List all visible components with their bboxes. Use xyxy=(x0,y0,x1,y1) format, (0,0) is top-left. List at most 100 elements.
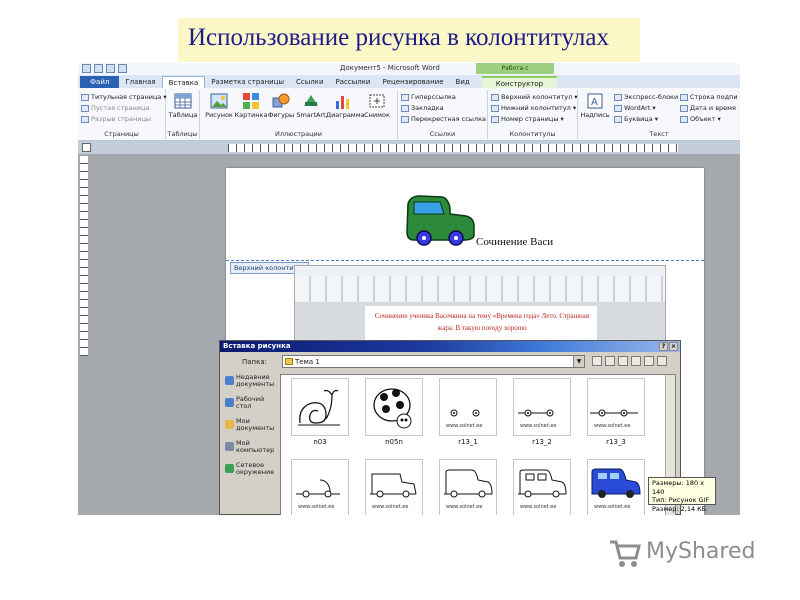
table-label: Таблица xyxy=(168,111,198,119)
file-thumb-row2-5[interactable]: www.solnet.ee xyxy=(587,459,645,515)
up-folder-icon[interactable] xyxy=(605,356,615,366)
hyperlink-button[interactable]: Гиперссылка xyxy=(401,93,456,101)
tab-mailings[interactable]: Рассылки xyxy=(330,76,377,88)
group-illustrations: Рисунок Картинка Фигуры SmartArt Диаграм… xyxy=(200,90,398,139)
chevron-down-icon[interactable]: ▼ xyxy=(573,356,584,367)
tab-references[interactable]: Ссылки xyxy=(290,76,330,88)
page-break-button[interactable]: Разрыв страницы xyxy=(81,115,151,123)
cross-reference-button[interactable]: Перекрестная ссылка xyxy=(401,115,486,123)
site-label: www.solnet.ee xyxy=(446,423,482,429)
tab-view[interactable]: Вид xyxy=(450,76,476,88)
clipart-icon xyxy=(243,93,259,109)
places-bar: Недавние документы Рабочий стол Мои доку… xyxy=(224,374,276,514)
hyperlink-icon xyxy=(401,93,409,101)
tab-insert[interactable]: Вставка xyxy=(161,76,206,88)
file-thumb-r13-2[interactable]: www.solnet.ee xyxy=(513,378,571,436)
tab-home[interactable]: Главная xyxy=(119,76,161,88)
cross-reference-icon xyxy=(401,115,409,123)
file-thumb-r13-1[interactable]: www.solnet.ee xyxy=(439,378,497,436)
new-folder-icon[interactable] xyxy=(644,356,654,366)
horizontal-ruler[interactable] xyxy=(228,144,678,152)
close-icon[interactable]: × xyxy=(669,342,678,351)
site-label: www.solnet.ee xyxy=(298,504,334,510)
back-icon[interactable] xyxy=(592,356,602,366)
cover-page-button[interactable]: Титульная страница ▾ xyxy=(81,93,167,101)
place-my-computer[interactable]: Мой компьютер xyxy=(224,440,276,461)
clipart-label: Картинка xyxy=(234,111,268,119)
blue-car-image: www.solnet.ee xyxy=(591,468,641,510)
search-web-icon[interactable] xyxy=(618,356,628,366)
redo-icon[interactable] xyxy=(118,64,127,73)
page-break-label: Разрыв страницы xyxy=(91,115,152,123)
file-thumb-n03[interactable] xyxy=(291,378,349,436)
bookmark-button[interactable]: Закладка xyxy=(401,104,444,112)
object-button[interactable]: Объект ▾ xyxy=(680,115,721,123)
table-button[interactable]: Таблица xyxy=(166,92,200,119)
dropcap-button[interactable]: Буквица ▾ xyxy=(614,115,658,123)
file-thumb-row2-3[interactable]: www.solnet.ee xyxy=(439,459,497,515)
file-thumb-n05n[interactable] xyxy=(365,378,423,436)
footer-button[interactable]: Нижний колонтитул ▾ xyxy=(491,104,576,112)
file-thumb-row2-4[interactable]: www.solnet.ee xyxy=(513,459,571,515)
file-label-r13-2: r13_2 xyxy=(532,438,552,446)
signature-line-button[interactable]: Строка подпи xyxy=(680,93,738,101)
folder-combo[interactable]: Тема 1 ▼ xyxy=(282,355,585,368)
shapes-button[interactable]: Фигуры xyxy=(264,92,298,119)
picture-button[interactable]: Рисунок xyxy=(202,92,236,119)
car-image[interactable] xyxy=(404,192,476,248)
car-sketch-4-image: www.solnet.ee xyxy=(296,479,340,510)
header-button[interactable]: Верхний колонтитул ▾ xyxy=(491,93,578,101)
save-icon[interactable] xyxy=(94,64,103,73)
nested-title-bar xyxy=(295,266,665,276)
cart-logo-icon xyxy=(610,540,641,567)
site-label: www.solnet.ee xyxy=(594,504,630,510)
bookmark-icon xyxy=(401,104,409,112)
shapes-label: Фигуры xyxy=(267,111,295,119)
tab-page-layout[interactable]: Разметка страницы xyxy=(205,76,290,88)
tab-selector[interactable] xyxy=(82,143,91,152)
clipart-button[interactable]: Картинка xyxy=(234,92,268,119)
dialog-toolbar xyxy=(592,356,667,366)
myshared-logo: MyShared xyxy=(606,536,766,572)
tab-design[interactable]: Конструктор xyxy=(481,76,558,88)
svg-text:A: A xyxy=(591,97,598,108)
cross-reference-label: Перекрестная ссылка xyxy=(411,115,486,123)
chart-button[interactable]: Диаграмма xyxy=(326,92,365,119)
car-sketch-1-image: www.solnet.ee xyxy=(446,409,482,429)
tab-review[interactable]: Рецензирование xyxy=(377,76,450,88)
word-logo-icon[interactable] xyxy=(82,64,91,73)
help-icon[interactable]: ? xyxy=(659,342,668,351)
picture-label: Рисунок xyxy=(205,111,233,119)
dialog-title-text: Вставка рисунка xyxy=(223,342,291,350)
tab-file[interactable]: Файл xyxy=(80,76,120,88)
place-network[interactable]: Сетевое окружение xyxy=(224,462,276,483)
file-thumb-row2-2[interactable]: www.solnet.ee xyxy=(365,459,423,515)
header-boundary xyxy=(226,260,704,261)
screenshot-icon xyxy=(369,94,385,108)
page-number-button[interactable]: Номер страницы ▾ xyxy=(491,115,564,123)
smartart-label: SmartArt xyxy=(296,111,326,119)
screenshot-button[interactable]: Снимок xyxy=(360,92,394,119)
file-thumb-r13-3[interactable]: www.solnet.ee xyxy=(587,378,645,436)
views-icon[interactable] xyxy=(657,356,667,366)
vertical-ruler[interactable] xyxy=(80,156,88,356)
date-time-button[interactable]: Дата и время xyxy=(680,104,736,112)
object-icon xyxy=(680,115,688,123)
smartart-button[interactable]: SmartArt xyxy=(294,92,328,119)
nested-page-text: Сочинение ученика Васечкина на тему «Вре… xyxy=(374,312,590,332)
blank-page-button[interactable]: Пустая страница xyxy=(81,104,149,112)
place-my-documents[interactable]: Мои документы xyxy=(224,418,276,439)
file-label-r13-1: r13_1 xyxy=(458,438,478,446)
delete-icon[interactable] xyxy=(631,356,641,366)
window-title: Документ5 - Microsoft Word xyxy=(340,64,440,72)
tooltip-type: Тип: Рисунок GIF xyxy=(652,496,710,504)
place-desktop[interactable]: Рабочий стол xyxy=(224,396,276,417)
place-recent[interactable]: Недавние документы xyxy=(224,374,276,395)
my-documents-icon xyxy=(225,420,234,429)
undo-icon[interactable] xyxy=(106,64,115,73)
tooltip-size: Размеры: 180 x 140 xyxy=(652,479,705,496)
wordart-button[interactable]: WordArt ▾ xyxy=(614,104,656,112)
file-thumb-row2-1[interactable]: www.solnet.ee xyxy=(291,459,349,515)
textbox-button[interactable]: A Надпись xyxy=(578,92,612,119)
quick-parts-button[interactable]: Экспресс-блоки ▾ xyxy=(614,93,683,101)
